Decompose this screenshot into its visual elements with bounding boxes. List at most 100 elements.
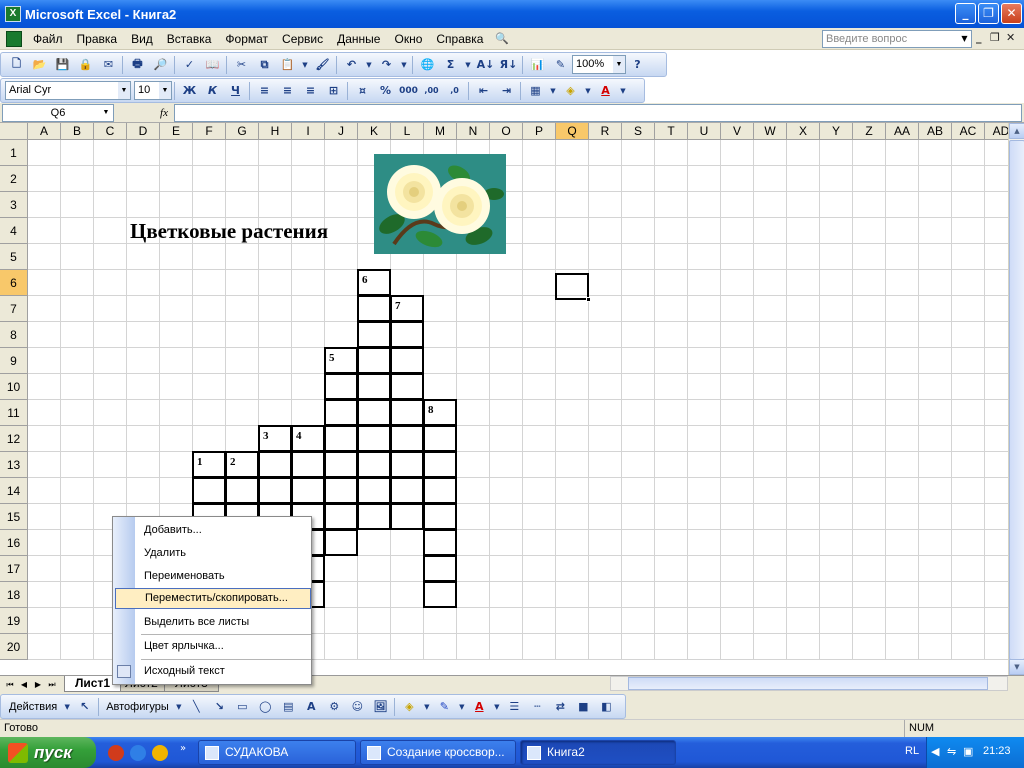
column-header[interactable]: AC [952,123,985,140]
column-header[interactable]: T [655,123,688,140]
row-header[interactable]: 8 [0,322,28,348]
row-header[interactable]: 16 [0,530,28,556]
crossword-cell[interactable] [324,399,358,426]
doc-close-icon[interactable]: ✕ [1006,31,1015,44]
insert-function-icon[interactable]: fx [154,107,174,119]
chevron-down-icon[interactable]: ▼ [159,82,171,99]
crossword-cell[interactable] [390,503,424,530]
column-header[interactable]: Z [853,123,886,140]
chart-wizard-icon[interactable]: 📊 [527,54,548,75]
column-header[interactable]: S [622,123,655,140]
media-player-icon[interactable] [152,745,168,761]
paste-icon[interactable]: 📋 [277,54,298,75]
crossword-cell[interactable] [324,425,358,452]
row-header[interactable]: 11 [0,400,28,426]
crossword-cell[interactable] [390,451,424,478]
menu-file[interactable]: Файл [26,32,70,46]
align-right-icon[interactable]: ≡ [300,80,321,101]
doc-minimize-icon[interactable]: _ [976,31,982,44]
crossword-cell[interactable] [357,347,391,374]
ask-question-input[interactable]: Введите вопрос [822,30,972,48]
crossword-cell[interactable] [390,373,424,400]
doc-restore-icon[interactable]: ❐ [990,31,1000,44]
horizontal-scrollbar[interactable] [610,676,1008,691]
diagram-icon[interactable]: ⚙ [324,696,345,717]
research-icon[interactable]: 📖 [202,54,223,75]
crossword-cell[interactable] [423,503,457,530]
workbook-icon[interactable] [6,30,22,47]
row-header[interactable]: 15 [0,504,28,530]
chevron-down-icon[interactable]: ▼ [99,105,113,121]
column-header[interactable]: A [28,123,61,140]
menu-insert[interactable]: Вставка [160,32,219,46]
next-sheet-icon[interactable]: ▶ [32,679,44,691]
chevron-down-icon[interactable]: ▼ [958,31,971,47]
align-left-icon[interactable]: ≡ [254,80,275,101]
ie-icon[interactable] [130,745,146,761]
crossword-cell[interactable] [258,477,292,504]
language-indicator[interactable]: RL [905,745,919,757]
roses-picture[interactable] [374,154,506,254]
column-header[interactable]: N [457,123,490,140]
row-header[interactable]: 5 [0,244,28,270]
last-sheet-icon[interactable]: ⏭ [46,679,58,691]
currency-icon[interactable]: ¤ [352,80,373,101]
row-header[interactable]: 1 [0,140,28,166]
crossword-cell[interactable] [258,451,292,478]
row-header[interactable]: 2 [0,166,28,192]
menu-window[interactable]: Окно [387,32,429,46]
column-header[interactable]: G [226,123,259,140]
column-header[interactable]: X [787,123,820,140]
column-header[interactable]: I [292,123,325,140]
chevron-down-icon[interactable]: ▼ [548,80,558,101]
menu-tools[interactable]: Сервис [275,32,330,46]
new-icon[interactable]: 🗋 [6,54,27,75]
crossword-cell[interactable] [192,477,226,504]
permission-icon[interactable]: 🔒 [75,54,96,75]
column-header[interactable]: C [94,123,127,140]
chevron-down-icon[interactable]: ▼ [583,80,593,101]
restore-icon[interactable]: ❐ [978,3,999,24]
arrow-icon[interactable]: ↘ [209,696,230,717]
crossword-cell[interactable] [390,347,424,374]
column-header[interactable]: W [754,123,787,140]
select-all-corner[interactable] [0,123,28,140]
zoom-select[interactable]: 100% ▼ [572,55,626,74]
rectangle-icon[interactable]: ▭ [232,696,253,717]
opera-icon[interactable] [108,745,124,761]
menu-item-select-all-sheets[interactable]: Выделить все листы [115,612,311,633]
increase-indent-icon[interactable]: ⇥ [496,80,517,101]
close-icon[interactable]: ✕ [1001,3,1022,24]
network-icon[interactable]: ⇋ [947,745,956,758]
underline-button[interactable]: Ч [225,80,246,101]
column-header[interactable]: R [589,123,622,140]
column-header[interactable]: Y [820,123,853,140]
actions-menu[interactable]: Действия [5,701,61,713]
menu-item-rename[interactable]: Переименовать [115,566,311,587]
crossword-cell[interactable] [324,373,358,400]
crossword-cell[interactable] [225,477,259,504]
increase-decimal-button[interactable]: ,00 [421,80,442,101]
column-header[interactable]: D [127,123,160,140]
wordart-icon[interactable]: A [301,696,322,717]
crossword-cell[interactable] [390,425,424,452]
column-header[interactable]: O [490,123,523,140]
fill-color-icon[interactable]: ◈ [399,696,420,717]
open-icon[interactable]: 📂 [29,54,50,75]
help-icon[interactable]: ? [627,54,648,75]
crossword-cell[interactable] [291,477,325,504]
align-center-icon[interactable]: ≡ [277,80,298,101]
format-painter-icon[interactable]: 🖌 [312,54,333,75]
hyperlink-icon[interactable]: 🌐 [417,54,438,75]
minimize-icon[interactable]: _ [955,3,976,24]
column-header[interactable]: J [325,123,358,140]
sort-ascending-icon[interactable]: A↓ [475,54,496,75]
cut-icon[interactable]: ✂ [231,54,252,75]
chevron-down-icon[interactable]: ▼ [118,82,130,99]
sort-descending-icon[interactable]: Я↓ [498,54,519,75]
scroll-thumb[interactable] [1009,140,1024,660]
chevron-down-icon[interactable]: ▼ [300,54,310,75]
column-header[interactable]: M [424,123,457,140]
column-header[interactable]: U [688,123,721,140]
task-sudakova[interactable]: СУДАКОВА [198,740,356,765]
